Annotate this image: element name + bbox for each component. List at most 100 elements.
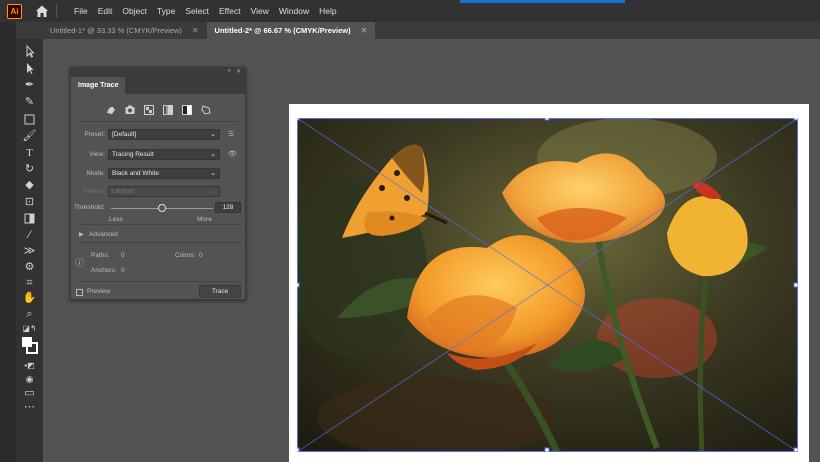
auto-color-icon[interactable] [106,102,116,114]
pen-tool-icon[interactable]: ✒ [21,79,38,92]
menu-view[interactable]: View [246,6,274,16]
tab-label: Untitled-2* @ 66.67 % (CMYK/Preview) [214,26,351,35]
outline-icon[interactable] [200,102,211,115]
anchors-value: 0 [121,267,125,274]
palette-row: Palette: Limited ⌄ [71,185,247,197]
panel-title[interactable]: Image Trace [71,77,126,94]
threshold-label: Threshold: [74,204,105,211]
info-icon: ⓘ [75,258,85,268]
colors-label: Colors: [175,252,196,259]
more-tools-icon[interactable]: ⋯ [21,401,38,414]
zoom-tool-icon[interactable]: ⌕ [21,308,38,321]
close-icon[interactable]: ✕ [361,26,368,35]
paths-value: 0 [121,252,125,259]
threshold-input[interactable]: 128 [215,202,241,213]
artboard-tool-icon[interactable]: ⌗ [21,277,38,290]
screen-mode-icon[interactable]: ▭ [21,387,38,400]
menu-object[interactable]: Object [117,6,152,16]
palette-label: Palette: [82,187,105,195]
accent-bar [460,0,625,3]
selection-tool-icon[interactable] [21,44,38,58]
menu-select[interactable]: Select [180,6,214,16]
eyedropper-tool-icon[interactable]: ⁄ [21,229,38,242]
preview-label: Preview [87,288,111,295]
eye-icon[interactable]: 👁 [228,150,237,158]
app-logo: Ai [7,3,22,19]
home-icon[interactable] [34,3,50,19]
divider [77,121,239,122]
rectangle-tool-icon[interactable] [21,113,38,126]
menu-type[interactable]: Type [152,6,180,16]
illustrator-window: Ai File Edit Object Type Select Effect V… [0,0,820,462]
view-label: View: [89,150,105,158]
preset-row: Preset: [Default] ⌄ ☰ [71,128,247,140]
anchors-label: Anchors: [91,267,117,274]
fill-stroke-icon[interactable] [21,336,38,356]
mode-value: Black and White [112,169,159,177]
left-edge-strip [0,22,16,462]
draw-mode-icon[interactable]: ◉ [21,373,38,386]
menu-help[interactable]: Help [314,6,341,16]
symbol-sprayer-tool-icon[interactable]: ⚙ [21,261,38,274]
preset-icon-row [71,102,245,116]
chevron-down-icon: ⌄ [210,150,216,158]
gradient-tool-icon[interactable] [21,212,38,225]
view-row: View: Tracing Result ⌄ 👁 [71,148,247,160]
free-transform-tool-icon[interactable]: ⊡ [21,196,38,209]
view-dropdown[interactable]: Tracing Result ⌄ [108,148,220,160]
grayscale-icon[interactable] [162,102,173,115]
menu-window[interactable]: Window [274,6,314,16]
rotate-tool-icon[interactable]: ↻ [21,163,38,176]
mode-label: Mode: [86,169,105,177]
preset-menu-icon[interactable]: ☰ [228,130,234,138]
tab-untitled-2[interactable]: Untitled-2* @ 66.67 % (CMYK/Preview) ✕ [206,22,376,39]
view-value: Tracing Result [112,150,154,158]
more-label: More [197,216,212,223]
black-white-icon[interactable] [181,102,192,115]
eraser-tool-icon[interactable]: ◆ [21,179,38,192]
advanced-expand-icon[interactable]: ▶ [79,231,84,238]
divider [77,224,241,225]
paths-label: Paths: [91,252,110,259]
image-trace-panel: « ✕ Image Trace Preset: [Default] ⌄ ☰ Vi… [70,67,246,300]
less-label: Less [109,216,123,223]
divider [77,242,241,243]
chevron-down-icon: ⌄ [210,187,216,195]
mode-dropdown[interactable]: Black and White ⌄ [108,167,220,179]
type-tool-icon[interactable]: T [21,147,38,160]
hand-tool-icon[interactable]: ✋ [21,292,38,305]
mode-row: Mode: Black and White ⌄ [71,167,247,179]
paintbrush-tool-icon[interactable]: 🖌 [21,130,38,143]
divider [77,281,241,282]
close-icon[interactable]: ✕ [236,68,241,75]
menu-effect[interactable]: Effect [214,6,246,16]
threshold-slider-handle[interactable] [158,204,166,212]
panel-header[interactable]: « ✕ [71,68,245,77]
direct-selection-tool-icon[interactable] [21,62,38,75]
document-tab-bar: Untitled-1* @ 33.33 % (CMYK/Preview) ✕ U… [16,22,820,39]
low-color-icon[interactable] [143,102,154,115]
preview-checkbox[interactable] [76,289,83,296]
tab-untitled-1[interactable]: Untitled-1* @ 33.33 % (CMYK/Preview) ✕ [16,22,207,39]
curvature-tool-icon[interactable]: ✎ [21,96,38,109]
placed-image[interactable] [297,118,798,452]
panel-tab-row: Image Trace [71,77,245,94]
color-mode-icon[interactable]: ▪◩ [21,359,38,372]
menu-divider [56,4,57,18]
tools-panel: ✒ ✎ 🖌 T ↻ ◆ ⊡ ⁄ ≫ ⚙ ⌗ ✋ ⌕ ◪↰ ▪◩ ◉ ▭ ⋯ [16,39,43,462]
menu-items: File Edit Object Type Select Effect View… [69,6,342,16]
menu-edit[interactable]: Edit [93,6,118,16]
palette-value: Limited [112,187,133,195]
blend-tool-icon[interactable]: ≫ [21,245,38,258]
menu-file[interactable]: File [69,6,93,16]
colors-value: 0 [199,252,203,259]
preset-label: Preset: [84,130,105,138]
high-color-icon[interactable] [125,102,135,114]
collapse-icon[interactable]: « [228,68,231,74]
close-icon[interactable]: ✕ [192,26,199,35]
advanced-toggle[interactable]: Advanced [89,231,118,238]
swap-colors-icon[interactable]: ◪↰ [21,322,38,335]
chevron-down-icon: ⌄ [210,130,216,138]
preset-dropdown[interactable]: [Default] ⌄ [108,128,220,140]
trace-button[interactable]: Trace [199,285,241,298]
